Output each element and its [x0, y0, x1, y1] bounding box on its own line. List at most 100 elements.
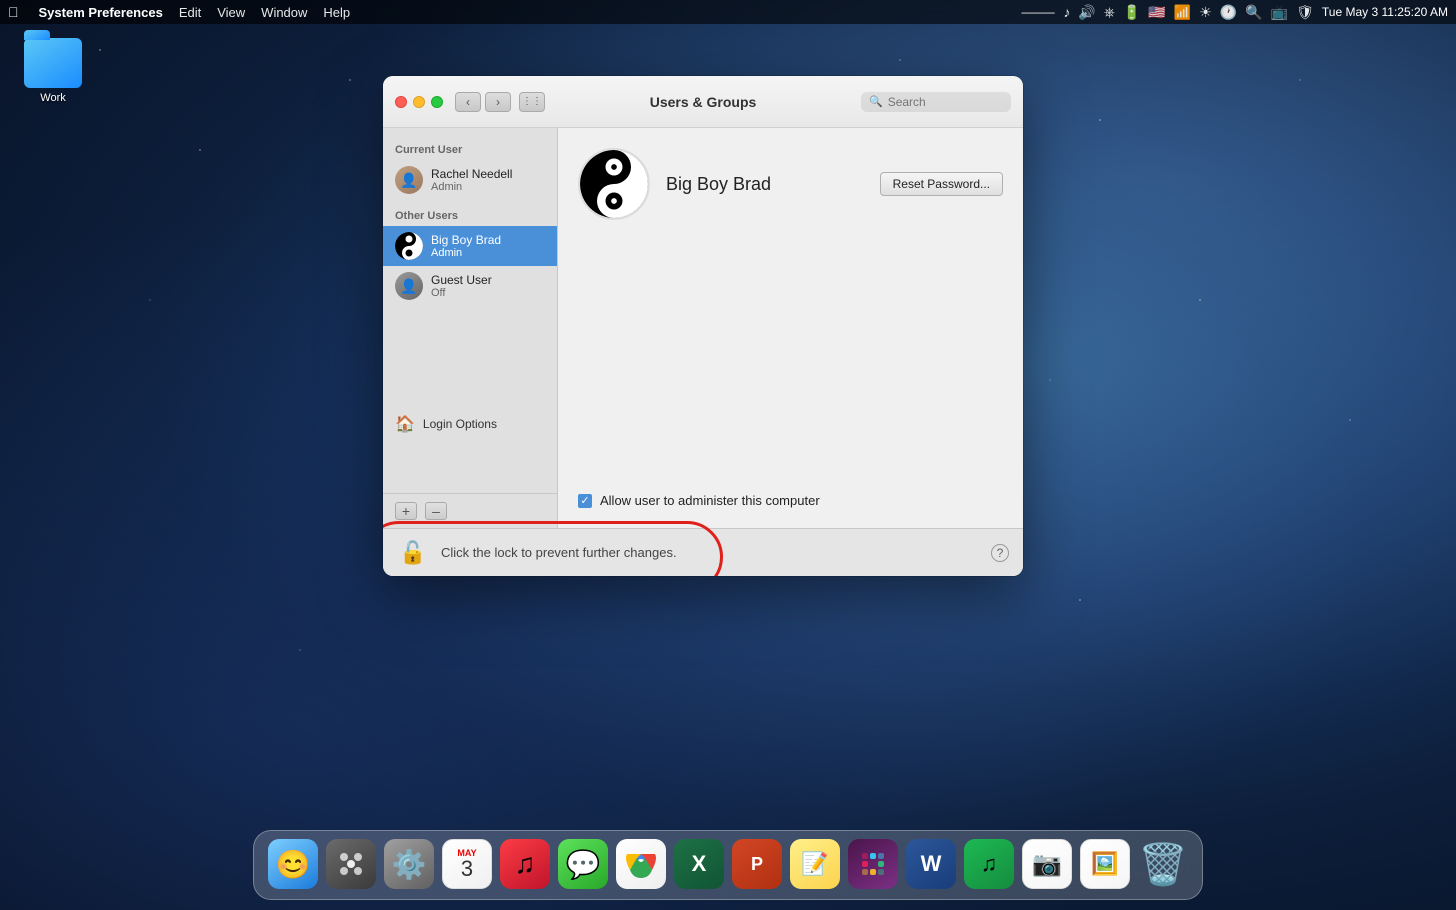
selected-user-avatar — [578, 148, 650, 220]
close-button[interactable] — [395, 96, 407, 108]
dock-music[interactable]: ♫ — [498, 837, 552, 891]
spotify-icon: ♫ — [964, 839, 1014, 889]
admin-checkbox-label: Allow user to administer this computer — [600, 493, 820, 508]
sidebar: Current User 👤 Rachel Needell Admin Othe… — [383, 128, 558, 528]
dock-calendar[interactable]: MAY 3 — [440, 837, 494, 891]
dropbox-icon: ⸻ — [1021, 2, 1055, 22]
menubar-window[interactable]: Window — [261, 5, 307, 20]
menubar-help[interactable]: Help — [323, 5, 350, 20]
work-folder[interactable]: Work — [18, 38, 88, 104]
menubar-app-name[interactable]: System Preferences — [39, 5, 163, 20]
minimize-button[interactable] — [413, 96, 425, 108]
window-bottom: 🔓 Click the lock to prevent further chan… — [383, 528, 1023, 576]
dock-finder[interactable]: 😊 — [266, 837, 320, 891]
sidebar-footer: + – — [383, 493, 557, 528]
lock-button[interactable]: 🔓 — [397, 537, 429, 569]
users-groups-window: ‹ › ⋮⋮ Users & Groups 🔍 Current User 👤 R… — [383, 76, 1023, 576]
lock-message: Click the lock to prevent further change… — [441, 545, 677, 560]
launchpad-icon — [326, 839, 376, 889]
dock-chrome[interactable] — [614, 837, 668, 891]
dock-launchpad[interactable] — [324, 837, 378, 891]
back-button[interactable]: ‹ — [455, 92, 481, 112]
finder-icon: 😊 — [268, 839, 318, 889]
forward-button[interactable]: › — [485, 92, 511, 112]
menubar-edit[interactable]: Edit — [179, 5, 201, 20]
sysprefs-icon: ⚙️ — [384, 839, 434, 889]
chrome-icon — [616, 839, 666, 889]
dock-word[interactable]: W — [904, 837, 958, 891]
other-users-label: Other Users — [383, 206, 557, 226]
dock-spotify[interactable]: ♫ — [962, 837, 1016, 891]
login-options[interactable]: 🏠 Login Options — [383, 406, 557, 442]
dock-trash[interactable]: 🗑️ — [1136, 837, 1190, 891]
window-body: Current User 👤 Rachel Needell Admin Othe… — [383, 128, 1023, 528]
bigboybrad-avatar — [395, 232, 423, 260]
guest-info: Guest User Off — [431, 273, 492, 299]
admin-checkbox[interactable]: ✓ — [578, 494, 592, 508]
menubar-view[interactable]: View — [217, 5, 245, 20]
login-label: Login Options — [423, 417, 497, 431]
help-button[interactable]: ? — [991, 544, 1009, 562]
trash-icon: 🗑️ — [1138, 839, 1188, 889]
dock-excel[interactable]: X — [672, 837, 726, 891]
cast-icon: 📺 — [1271, 4, 1288, 21]
current-user-role: Admin — [431, 181, 512, 193]
user-item-guest[interactable]: 👤 Guest User Off — [383, 266, 557, 306]
user-header: Big Boy Brad Reset Password... — [578, 148, 1003, 220]
main-content: Big Boy Brad Reset Password... ✓ Allow u… — [558, 128, 1023, 528]
current-user-item[interactable]: 👤 Rachel Needell Admin — [383, 160, 557, 200]
music-icon: ♪ — [1063, 4, 1070, 20]
wifi-icon[interactable]: 📶 — [1174, 4, 1191, 21]
add-user-button[interactable]: + — [395, 502, 417, 520]
guest-role: Off — [431, 287, 492, 299]
guest-avatar: 👤 — [395, 272, 423, 300]
preview-icon: 🖼️ — [1080, 839, 1130, 889]
guest-name: Guest User — [431, 273, 492, 287]
dock-messages[interactable]: 💬 — [556, 837, 610, 891]
maximize-button[interactable] — [431, 96, 443, 108]
battery-icon: 🔋 — [1123, 4, 1140, 21]
dock-preview[interactable]: 🖼️ — [1078, 837, 1132, 891]
dock: 😊 ⚙️ MAY 3 ♫ � — [253, 830, 1203, 900]
slack-icon — [848, 839, 898, 889]
photos-icon: 📷 — [1022, 839, 1072, 889]
menubar:  System Preferences Edit View Window He… — [0, 0, 1456, 24]
word-icon: W — [906, 839, 956, 889]
search-input[interactable] — [888, 95, 1003, 109]
user-item-bigboybrad[interactable]: Big Boy Brad Admin — [383, 226, 557, 266]
search-box[interactable]: 🔍 — [861, 92, 1011, 112]
dock-sysprefs[interactable]: ⚙️ — [382, 837, 436, 891]
rachel-avatar: 👤 — [395, 166, 423, 194]
brightness-icon: ☀ — [1199, 4, 1212, 21]
login-icon: 🏠 — [395, 414, 415, 434]
folder-icon — [24, 38, 82, 88]
menubar-time: Tue May 3 11:25:20 AM — [1322, 5, 1448, 19]
bigboybrad-name: Big Boy Brad — [431, 233, 501, 247]
selected-user-name: Big Boy Brad — [666, 174, 864, 195]
traffic-lights — [395, 96, 443, 108]
dock-powerpoint[interactable]: P — [730, 837, 784, 891]
search-icon[interactable]: 🔍 — [1245, 4, 1262, 21]
menubar-right: ⸻ ♪ 🔊 ⎈ 🔋 🇺🇸 📶 ☀ 🕐 🔍 📺 🛡 Tue May 3 11:25… — [1021, 2, 1448, 22]
nav-buttons: ‹ › — [455, 92, 511, 112]
grid-button[interactable]: ⋮⋮ — [519, 92, 545, 112]
current-user-name: Rachel Needell — [431, 167, 512, 181]
admin-checkbox-row: ✓ Allow user to administer this computer — [578, 477, 1003, 508]
dock-notes[interactable]: 📝 — [788, 837, 842, 891]
folder-label: Work — [40, 92, 65, 104]
excel-icon: X — [674, 839, 724, 889]
bluetooth-icon[interactable]: ⎈ — [1104, 4, 1115, 21]
apple-menu[interactable]:  — [8, 4, 19, 20]
remove-user-button[interactable]: – — [425, 502, 447, 520]
current-user-label: Current User — [383, 140, 557, 160]
powerpoint-icon: P — [732, 839, 782, 889]
search-icon-small: 🔍 — [869, 95, 883, 108]
volume-icon[interactable]: 🔊 — [1078, 4, 1095, 21]
dock-photos[interactable]: 📷 — [1020, 837, 1074, 891]
menubar-left:  System Preferences Edit View Window He… — [8, 4, 350, 20]
clock-icon: 🕐 — [1220, 4, 1237, 21]
lock-icon: 🔓 — [399, 540, 426, 566]
messages-icon: 💬 — [558, 839, 608, 889]
reset-password-button[interactable]: Reset Password... — [880, 172, 1003, 196]
dock-slack[interactable] — [846, 837, 900, 891]
